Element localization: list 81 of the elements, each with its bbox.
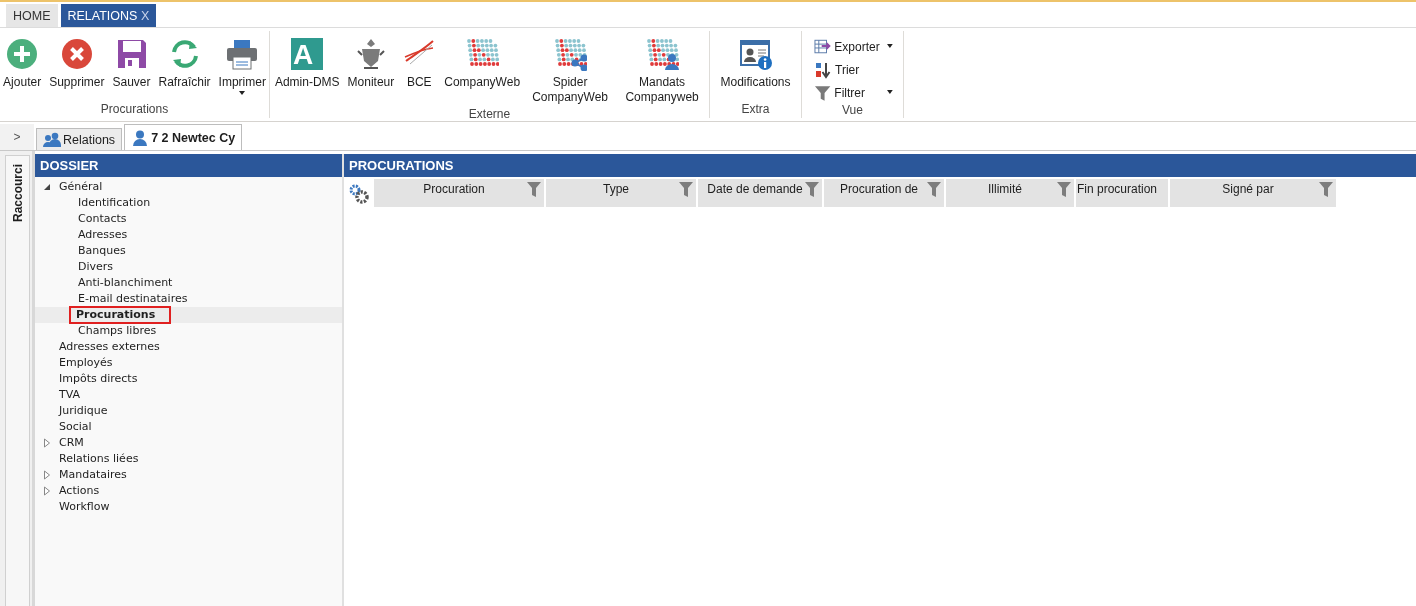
- expand-arrow-icon[interactable]: [43, 486, 51, 496]
- table-export-icon: [814, 38, 832, 56]
- document-tab[interactable]: 7 2 Newtec Cy: [124, 124, 243, 150]
- group-label: Procurations: [99, 102, 170, 118]
- tree-item[interactable]: Contacts: [73, 210, 132, 228]
- filter-icon[interactable]: [1057, 181, 1071, 197]
- plus-icon: [5, 37, 40, 71]
- column-header[interactable]: Fin procuration: [1076, 179, 1168, 207]
- tree-item[interactable]: Actions: [54, 482, 105, 500]
- printer-icon: [225, 37, 260, 71]
- dot-grid-person-icon: [645, 37, 680, 71]
- column-header[interactable]: Procuration: [374, 179, 544, 207]
- sort-icon: [814, 61, 832, 79]
- ribbon-button[interactable]: Ajouter: [1, 35, 44, 102]
- person-icon: [131, 129, 150, 146]
- ribbon-button[interactable]: Trier: [814, 60, 893, 80]
- delete-icon: [59, 37, 94, 71]
- group-label: Extra: [740, 102, 771, 118]
- tree-item[interactable]: Champs libres: [73, 322, 162, 340]
- ribbon-button[interactable]: BCE: [400, 35, 439, 107]
- ribbon-button[interactable]: CompanyWeb: [442, 35, 523, 107]
- dot-grid-share-icon: [553, 37, 588, 71]
- tree-item[interactable]: Impôts directs: [54, 370, 143, 388]
- caret-icon: [887, 89, 893, 94]
- app-tab[interactable]: RELATIONS X: [60, 4, 157, 27]
- panel-title: PROCURATIONS: [344, 154, 1416, 177]
- tree-item[interactable]: Employés: [54, 354, 118, 372]
- tree-item[interactable]: Général: [54, 178, 108, 196]
- document-tab[interactable]: Relations: [36, 128, 123, 150]
- ribbon-button[interactable]: A Admin-DMS: [272, 35, 342, 107]
- ribbon-button[interactable]: Imprimer: [216, 35, 268, 102]
- tree-item[interactable]: Adresses externes: [54, 338, 165, 356]
- ribbon-button[interactable]: Rafraîchir: [156, 35, 213, 102]
- tree-item[interactable]: Procurations: [69, 306, 172, 324]
- letter-logo-icon: A: [290, 37, 325, 71]
- collapse-arrow-icon[interactable]: [43, 182, 51, 192]
- tree-item[interactable]: Identification: [73, 194, 156, 212]
- ribbon-button[interactable]: Moniteur: [345, 35, 397, 107]
- column-header[interactable]: Date de demande: [698, 179, 822, 207]
- filter-icon[interactable]: [927, 181, 941, 197]
- expand-button[interactable]: >: [0, 124, 34, 150]
- column-header[interactable]: Type: [546, 179, 696, 207]
- tree-item[interactable]: Divers: [73, 258, 119, 276]
- ribbon-button[interactable]: Filtrer: [814, 83, 893, 103]
- tree-item[interactable]: Juridique: [54, 402, 113, 420]
- ribbon-button[interactable]: Exporter: [814, 37, 893, 57]
- ribbon-button[interactable]: Supprimer: [47, 35, 107, 102]
- column-header[interactable]: Signé par: [1170, 179, 1336, 207]
- tree-item[interactable]: Workflow: [54, 498, 115, 516]
- tree-item[interactable]: Banques: [73, 242, 131, 260]
- group-label: Externe: [467, 107, 512, 123]
- people-icon: [43, 131, 61, 148]
- filter-icon[interactable]: [805, 181, 819, 197]
- ribbon-button[interactable]: Mandats Companyweb: [618, 35, 707, 107]
- panel-title: DOSSIER: [35, 154, 342, 177]
- ribbon-button[interactable]: Sauver: [110, 35, 153, 102]
- expand-arrow-icon[interactable]: [43, 438, 51, 448]
- filter-icon: [814, 84, 832, 102]
- filter-icon[interactable]: [679, 181, 693, 197]
- tree-item[interactable]: Anti-blanchiment: [73, 274, 178, 292]
- tree-item[interactable]: TVA: [54, 386, 86, 404]
- tree-item[interactable]: Mandataires: [54, 466, 132, 484]
- filter-icon[interactable]: [1319, 181, 1333, 197]
- filter-icon[interactable]: [527, 181, 541, 197]
- caret-icon: [239, 91, 246, 95]
- ribbon-button[interactable]: Modifications: [718, 35, 793, 102]
- gear-icon[interactable]: [348, 183, 370, 205]
- group-label: Vue: [841, 103, 864, 119]
- column-header[interactable]: Illimité: [946, 179, 1074, 207]
- tree-item[interactable]: E-mail destinataires: [73, 290, 193, 308]
- caret-icon: [887, 43, 893, 48]
- ribbon-button[interactable]: Spider CompanyWeb: [526, 35, 615, 107]
- app-tab[interactable]: HOME: [6, 4, 58, 27]
- tree-item[interactable]: CRM: [54, 434, 89, 452]
- tree-item[interactable]: Adresses: [73, 226, 133, 244]
- expand-arrow-icon[interactable]: [43, 470, 51, 480]
- tree-item[interactable]: Social: [54, 418, 97, 436]
- shortcut-tab[interactable]: Raccourci: [5, 155, 30, 606]
- tree-item[interactable]: Relations liées: [54, 450, 144, 468]
- column-header[interactable]: Procuration de: [824, 179, 944, 207]
- contact-card-icon: [738, 37, 773, 71]
